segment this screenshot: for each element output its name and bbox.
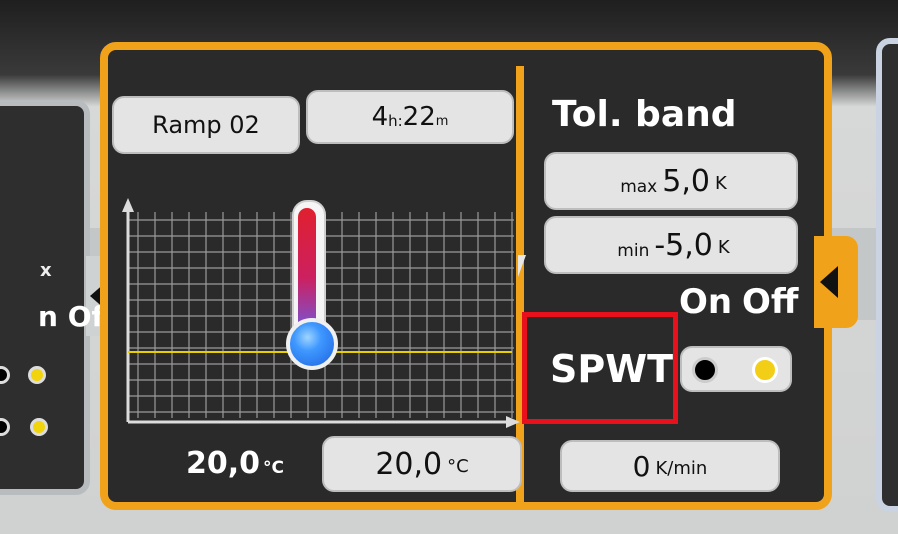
left-panel <box>0 100 112 495</box>
spwt-on-label: On <box>679 282 733 322</box>
tolerance-max-unit: K <box>714 172 727 194</box>
program-duration-field[interactable]: 4 h: 22 m <box>306 90 514 144</box>
gradient-value: 0 <box>632 449 651 483</box>
actual-temperature: 20,0 °C <box>186 446 284 481</box>
left-arrow-icon[interactable] <box>820 266 838 298</box>
thermometer-bulb <box>286 318 338 370</box>
gradient-field[interactable]: 0 K/min <box>560 440 780 492</box>
right-panel <box>876 38 898 512</box>
left-on-label: n <box>38 300 58 333</box>
setpoint-value: 20,0 <box>375 446 443 482</box>
mouse-cursor-icon <box>518 255 526 277</box>
duration-minutes: 22 <box>402 102 436 132</box>
spwt-off-label: Off <box>742 282 799 322</box>
spwt-off-radio[interactable] <box>752 357 778 383</box>
left-panel-partial-label: x <box>40 260 52 281</box>
left-radio-yellow-1[interactable] <box>28 366 46 384</box>
actual-temperature-unit: °C <box>263 458 285 478</box>
tolerance-min-label: min <box>617 241 650 261</box>
setpoint-temperature-field[interactable]: 20,0 °C <box>322 436 522 492</box>
duration-h-unit: h: <box>388 112 403 130</box>
duration-m-unit: m <box>435 113 449 129</box>
spwt-on-radio[interactable] <box>692 357 718 383</box>
tolerance-min-unit: K <box>717 236 730 258</box>
tolerance-max-value: 5,0 <box>662 163 710 199</box>
right-panel-tab[interactable] <box>814 236 858 328</box>
duration-hours: 4 <box>371 102 389 132</box>
tolerance-min-value: -5,0 <box>654 227 713 263</box>
setpoint-unit: °C <box>447 455 469 477</box>
program-name: Ramp 02 <box>152 111 260 139</box>
left-radio-yellow-2[interactable] <box>30 418 48 436</box>
tolerance-min-field[interactable]: min -5,0 K <box>544 216 798 274</box>
actual-temperature-value: 20,0 <box>186 446 261 481</box>
gradient-unit: K/min <box>655 457 708 479</box>
tolerance-max-field[interactable]: max 5,0 K <box>544 152 798 210</box>
tolerance-band-title: Tol. band <box>552 94 737 135</box>
spwt-highlight-box <box>522 312 678 424</box>
tolerance-max-label: max <box>620 177 658 197</box>
spwt-toggle[interactable] <box>680 346 792 392</box>
program-name-field[interactable]: Ramp 02 <box>112 96 300 154</box>
